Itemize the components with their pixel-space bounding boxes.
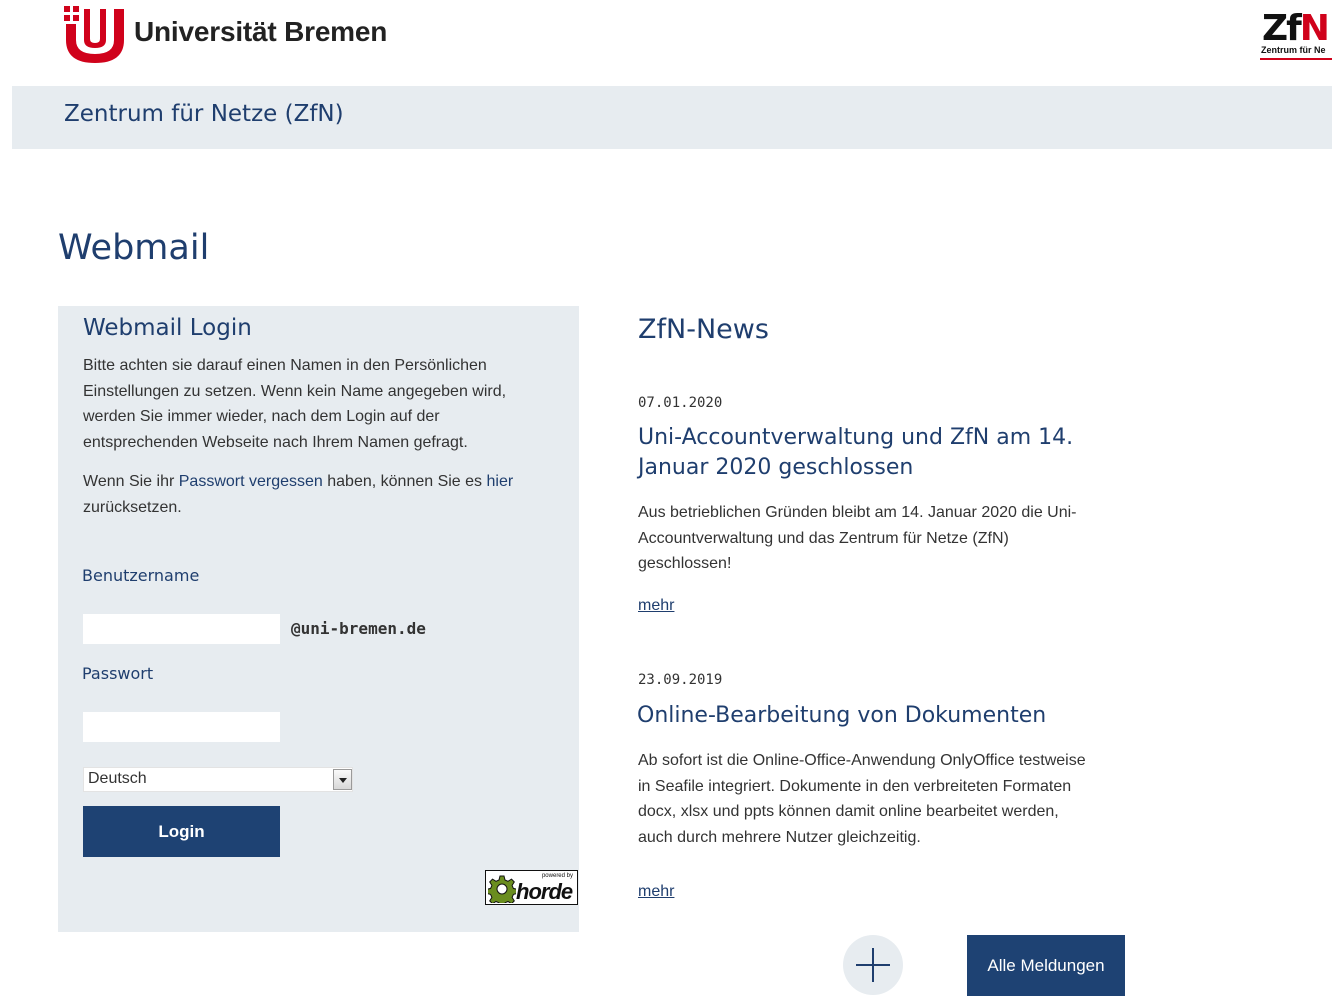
news-item-body: Ab sofort ist die Online-Office-Anwendun…: [638, 752, 1086, 847]
login-heading: Webmail Login: [83, 315, 252, 341]
reset-text-prefix: Wenn Sie ihr: [83, 473, 179, 490]
zfn-logo[interactable]: ZfN Zentrum für Ne: [1258, 8, 1332, 64]
news-item-more-link[interactable]: mehr: [638, 597, 674, 615]
reset-text-suffix: zurücksetzen.: [83, 498, 182, 516]
name-settings-notice: Bitte achten sie darauf einen Namen in d…: [83, 357, 507, 451]
university-logo[interactable]: [62, 6, 128, 66]
zfn-logo-underline: [1260, 58, 1332, 60]
password-input[interactable]: [83, 712, 280, 742]
news-item-title[interactable]: Online-Bearbeitung von Dokumenten: [637, 701, 1097, 731]
email-domain-suffix: @uni-bremen.de: [291, 619, 426, 638]
center-name-link[interactable]: Zentrum für Netze (ZfN): [64, 101, 344, 127]
plus-icon: [856, 948, 890, 982]
university-name: Universität Bremen: [134, 16, 388, 47]
news-item-title[interactable]: Uni-Accountverwaltung und ZfN am 14. Jan…: [638, 423, 1098, 483]
zfn-logo-subtext: Zentrum für Ne: [1261, 45, 1326, 55]
all-news-button[interactable]: Alle Meldungen: [967, 935, 1125, 996]
news-item-date: 07.01.2020: [638, 395, 723, 411]
news-item-more-link[interactable]: mehr: [638, 883, 674, 901]
gear-icon: [488, 875, 516, 903]
forgot-password-link[interactable]: Passwort vergessen: [179, 473, 323, 490]
reset-here-link[interactable]: hier: [487, 473, 514, 490]
zfn-logo-text: ZfN: [1262, 8, 1330, 49]
password-label: Passwort: [82, 664, 154, 683]
language-select-value: Deutsch: [88, 770, 147, 787]
chevron-down-icon[interactable]: [333, 769, 352, 790]
username-input[interactable]: [83, 614, 280, 644]
reset-text-middle: haben, können Sie es: [322, 473, 487, 490]
load-more-button[interactable]: [843, 935, 903, 995]
news-item-body: Aus betrieblichen Gründen bleibt am 14. …: [638, 504, 1077, 573]
horde-badge[interactable]: powered by horde: [485, 870, 578, 905]
horde-logo-text: horde: [516, 879, 573, 904]
news-item-date: 23.09.2019: [638, 672, 723, 688]
login-button[interactable]: Login: [83, 806, 280, 857]
page-title: Webmail: [58, 228, 210, 268]
username-label: Benutzername: [82, 566, 200, 585]
news-heading: ZfN-News: [638, 314, 769, 345]
password-reset-text: Wenn Sie ihr Passwort vergessen haben, k…: [83, 469, 553, 520]
